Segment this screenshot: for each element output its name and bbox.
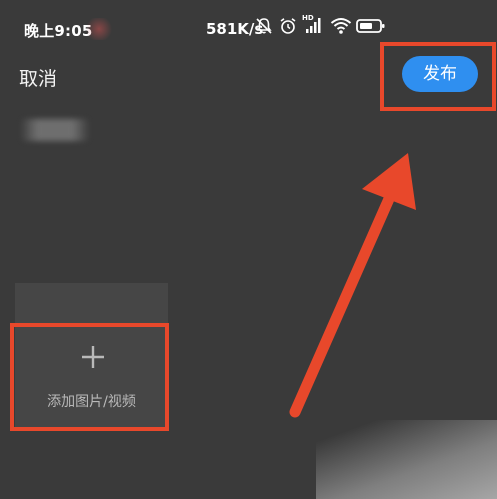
mute-bell-icon bbox=[256, 18, 272, 34]
watermark-overlay bbox=[316, 420, 497, 499]
alarm-icon bbox=[280, 18, 296, 34]
battery-icon bbox=[356, 19, 385, 33]
signal-icon bbox=[306, 18, 321, 33]
publish-highlight-box bbox=[380, 42, 496, 111]
blurred-region bbox=[84, 18, 114, 40]
cancel-button[interactable]: 取消 bbox=[19, 64, 57, 91]
add-media-highlight-box bbox=[10, 323, 169, 431]
blurred-text-content bbox=[20, 119, 90, 141]
wifi-icon bbox=[330, 18, 352, 34]
status-time: 晚上9:05 bbox=[24, 22, 93, 40]
